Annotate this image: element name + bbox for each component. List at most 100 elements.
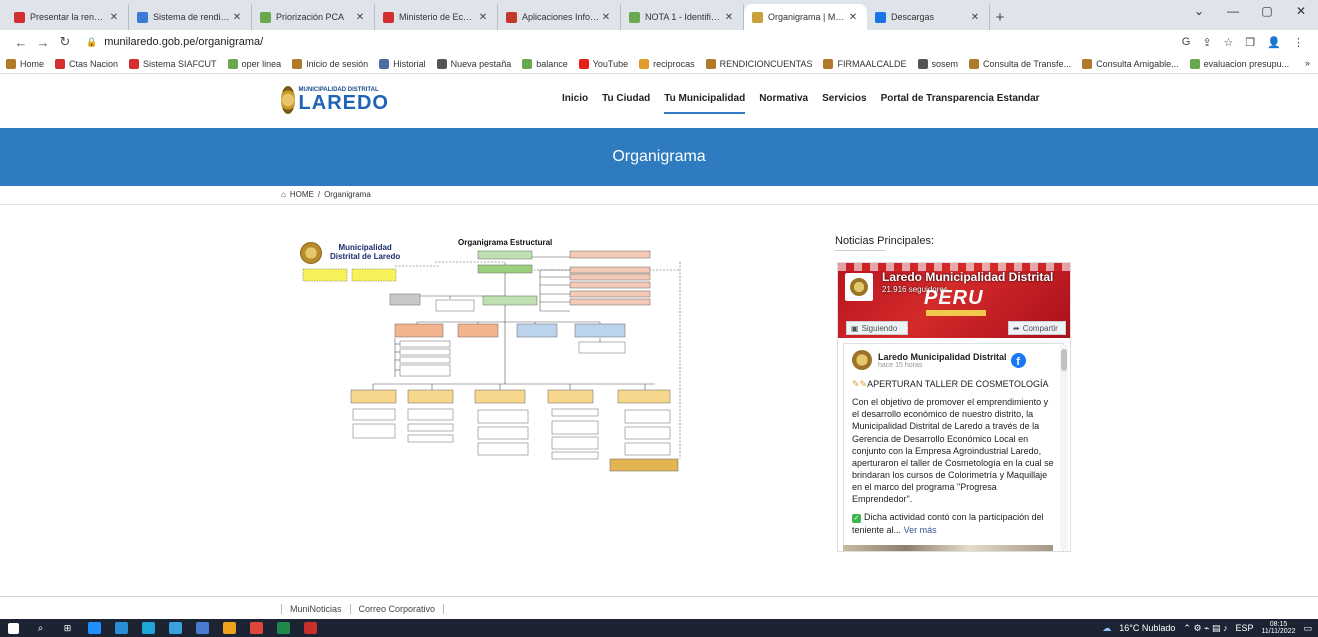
tab-close-icon[interactable]: ✕ <box>969 12 981 23</box>
url-field[interactable]: 🔒 munilaredo.gob.pe/organigrama/ <box>86 36 1182 48</box>
scrollbar-thumb[interactable] <box>1061 349 1067 371</box>
nav-item[interactable]: Tu Ciudad <box>602 93 650 114</box>
browser-tab[interactable]: Sistema de rendición de cu✕ <box>129 4 252 30</box>
post-heading: APERTURAN TALLER DE COSMETOLOGÍA <box>867 379 1049 389</box>
tab-title: Priorización PCA <box>276 12 345 22</box>
bookmark-item[interactable]: oper linea <box>227 58 281 69</box>
breadcrumb-home[interactable]: HOME <box>290 190 314 199</box>
back-icon[interactable]: ← <box>10 35 32 50</box>
page-title: Organigrama <box>612 148 706 165</box>
nav-item[interactable]: Normativa <box>759 93 808 114</box>
post-author[interactable]: Laredo Municipalidad Distrital <box>878 352 1007 362</box>
bookmark-item[interactable]: Home <box>6 58 44 69</box>
taskbar-app-icon[interactable] <box>243 619 270 637</box>
tray-icons[interactable]: ⌃ ⚙ ⌁ ▤ ♪ <box>1183 623 1227 634</box>
page-avatar[interactable] <box>845 273 873 301</box>
bookmark-item[interactable]: Consulta Amigable... <box>1082 58 1179 69</box>
tab-close-icon[interactable]: ✕ <box>600 12 612 23</box>
taskbar-app-icon[interactable] <box>135 619 162 637</box>
nav-item[interactable]: Inicio <box>562 93 588 114</box>
browser-tab[interactable]: Aplicaciones Informáticas✕ <box>498 4 621 30</box>
tab-search-icon[interactable]: ⌄ <box>1182 4 1216 18</box>
bookmark-label: YouTube <box>592 58 629 69</box>
bookmark-item[interactable]: balance <box>522 58 568 69</box>
tab-close-icon[interactable]: ✕ <box>477 12 489 23</box>
facebook-page-name[interactable]: Laredo Municipalidad Distrital <box>882 270 1053 284</box>
start-icon[interactable] <box>0 619 27 637</box>
taskbar-app-icon[interactable] <box>162 619 189 637</box>
browser-tab[interactable]: NOTA 1 - Identificación de✕ <box>621 4 744 30</box>
bookmark-item[interactable]: reciprocas <box>639 58 695 69</box>
taskbar-app-icon[interactable] <box>81 619 108 637</box>
browser-tab[interactable]: Ministerio de Economía y✕ <box>375 4 498 30</box>
language-indicator[interactable]: ESP <box>1235 623 1253 633</box>
browser-tab[interactable]: Presentar la rendición de✕ <box>6 4 129 30</box>
share-button[interactable]: ➦ Compartir <box>1008 321 1066 335</box>
taskbar-app-icon[interactable] <box>297 619 324 637</box>
bookmark-item[interactable]: evaluacion presupu... <box>1189 58 1289 69</box>
minimize-icon[interactable]: — <box>1216 4 1250 18</box>
footer-link[interactable]: Correo Corporativo <box>351 604 445 614</box>
search-icon[interactable]: ⌕ <box>27 619 54 637</box>
task-view-icon[interactable]: ⊞ <box>54 619 81 637</box>
browser-tab[interactable]: Descargas ✕ <box>867 4 990 30</box>
weather-icon[interactable]: ☁ <box>1102 623 1111 634</box>
see-more-link[interactable]: Ver más <box>904 525 937 535</box>
forward-icon[interactable]: → <box>32 35 54 50</box>
weather-text[interactable]: 16°C Nublado <box>1119 623 1175 633</box>
new-tab-button[interactable]: + <box>990 4 1010 30</box>
notifications-icon[interactable]: ▭ <box>1303 623 1312 634</box>
browser-tab[interactable]: Priorización PCA ✕ <box>252 4 375 30</box>
bookmark-item[interactable]: YouTube <box>578 58 629 69</box>
tab-title: Presentar la rendición de <box>30 12 108 22</box>
footer-link[interactable]: MuniNoticias <box>281 604 351 614</box>
google-icon[interactable]: G <box>1182 36 1191 49</box>
share-icon[interactable]: ⇪ <box>1202 36 1211 49</box>
nav-item[interactable]: Tu Municipalidad <box>664 93 746 114</box>
bookmark-item[interactable]: Sistema SIAFCUT <box>129 58 217 69</box>
post-time[interactable]: hace 15 horas <box>878 362 1007 369</box>
taskbar-app-icon[interactable] <box>108 619 135 637</box>
close-window-icon[interactable]: ✕ <box>1284 4 1318 18</box>
browser-tab[interactable]: Organigrama | Municipalid✕ <box>744 4 867 30</box>
nav-item[interactable]: Servicios <box>822 93 866 114</box>
tab-close-icon[interactable]: ✕ <box>354 12 366 23</box>
tab-close-icon[interactable]: ✕ <box>231 12 243 23</box>
bookmark-favicon-icon <box>55 58 66 69</box>
bookmark-item[interactable]: sosem <box>917 58 958 69</box>
system-tray: ☁ 16°C Nublado ⌃ ⚙ ⌁ ▤ ♪ ESP 08:15 11/11… <box>1102 619 1318 637</box>
maximize-icon[interactable]: ▢ <box>1250 4 1284 18</box>
nav-item[interactable]: Portal de Transparencia Estandar <box>881 93 1040 114</box>
bookmark-item[interactable]: Inicio de sesión <box>292 58 368 69</box>
reload-icon[interactable]: ↻ <box>54 34 76 50</box>
profile-icon[interactable]: 👤 <box>1267 36 1281 49</box>
tab-close-icon[interactable]: ✕ <box>723 12 735 23</box>
bookmark-item[interactable]: Nueva pestaña <box>436 58 511 69</box>
tab-close-icon[interactable]: ✕ <box>847 12 859 23</box>
post-image[interactable] <box>843 545 1053 551</box>
following-button[interactable]: ▣ Siguiendo <box>846 321 908 335</box>
bookmark-item[interactable]: RENDICIONCUENTAS <box>705 58 812 69</box>
bookmark-item[interactable]: Consulta de Transfe... <box>969 58 1071 69</box>
taskbar-app-icon[interactable] <box>216 619 243 637</box>
taskbar-app-icon[interactable] <box>270 619 297 637</box>
bookmark-favicon-icon <box>639 58 650 69</box>
facebook-logo-icon[interactable]: f <box>1010 352 1026 368</box>
post-scrollbar[interactable] <box>1060 345 1068 550</box>
post-avatar[interactable] <box>852 350 872 370</box>
bookmarks-overflow-icon[interactable]: » <box>1305 58 1310 68</box>
side-panel-icon[interactable]: ❐ <box>1245 36 1255 49</box>
tab-close-icon[interactable]: ✕ <box>108 12 120 23</box>
bookmark-item[interactable]: FIRMAALCALDE <box>823 58 907 69</box>
facebook-post: Laredo Municipalidad Distrital hace 15 h… <box>843 343 1064 551</box>
taskbar-app-icon[interactable] <box>189 619 216 637</box>
bookmark-item[interactable]: Historial <box>379 58 426 69</box>
facebook-cover[interactable]: Laredo Municipalidad Distrital 21.916 se… <box>838 263 1070 338</box>
menu-icon[interactable]: ⋮ <box>1293 36 1304 49</box>
organigram-image: Municipalidad Distrital de Laredo Organi… <box>300 234 700 474</box>
clock[interactable]: 08:15 11/11/2022 <box>1261 621 1295 635</box>
bookmark-label: Sistema SIAFCUT <box>143 58 217 69</box>
site-logo[interactable]: MUNICIPALIDAD DISTRITAL LAREDO <box>281 84 389 116</box>
bookmark-item[interactable]: Ctas Nacion <box>55 58 118 69</box>
bookmark-star-icon[interactable]: ☆ <box>1224 36 1234 49</box>
